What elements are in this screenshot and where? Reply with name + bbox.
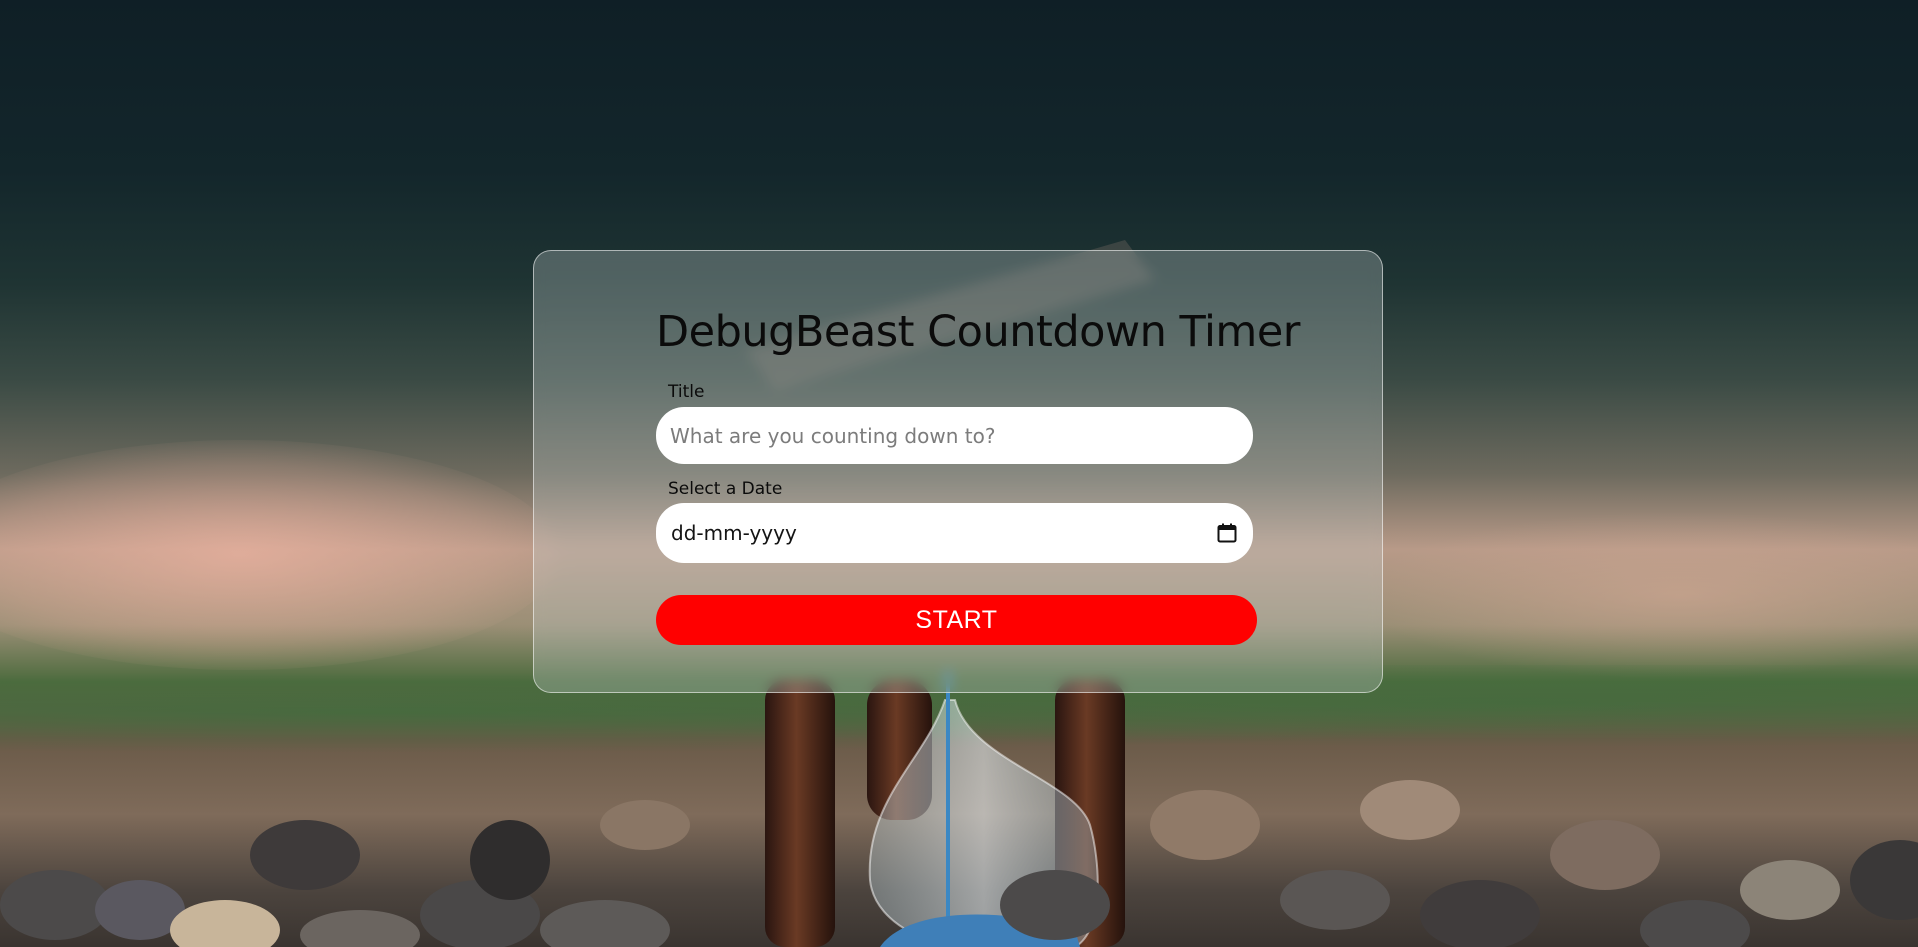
date-field-label: Select a Date (668, 479, 783, 499)
calendar-icon[interactable] (1216, 522, 1238, 544)
page-title: DebugBeast Countdown Timer (656, 307, 1300, 357)
title-field-label: Title (668, 382, 705, 402)
start-button[interactable]: START (656, 595, 1257, 645)
title-input[interactable] (656, 407, 1253, 464)
date-input-placeholder: dd-mm-yyyy (671, 521, 797, 545)
date-input[interactable]: dd-mm-yyyy (656, 503, 1253, 563)
countdown-form-card: DebugBeast Countdown Timer Title Select … (533, 250, 1383, 693)
background-glow-right (1360, 510, 1918, 680)
background-pebbles (0, 760, 1918, 947)
background-glow-left (0, 440, 560, 670)
